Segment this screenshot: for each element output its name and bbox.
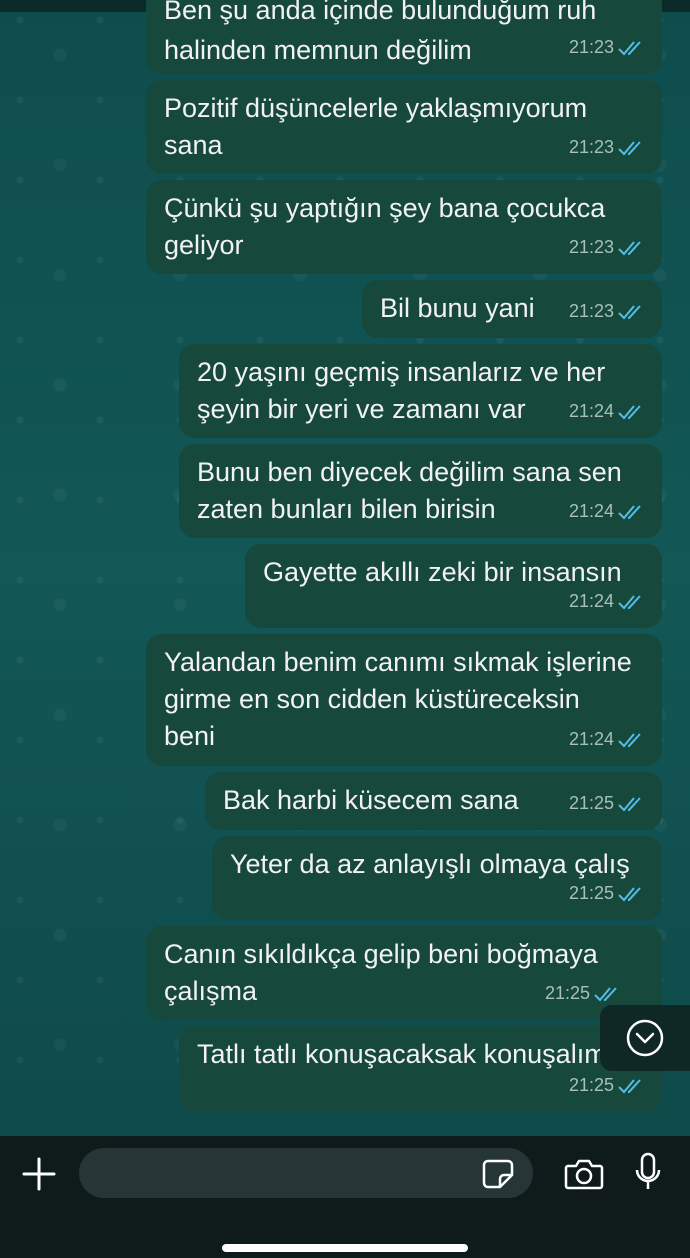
message-time: 21:23 — [568, 137, 614, 157]
message-bubble[interactable]: Yeter da az anlayışlı olmaya çalış 21:25 — [212, 836, 662, 920]
message-meta: 21:25 — [569, 1067, 646, 1104]
message-meta: 21:24 — [569, 493, 646, 530]
message-bubble[interactable]: 20 yaşını geçmiş insanlarız ve her şeyin… — [179, 344, 662, 438]
message-meta: 21:23 — [569, 29, 646, 66]
message-time: 21:24 — [568, 591, 614, 611]
sticker-icon[interactable] — [482, 1159, 514, 1189]
double-check-icon — [618, 304, 641, 319]
message-time: 21:24 — [568, 401, 614, 421]
camera-icon[interactable] — [564, 1158, 604, 1190]
double-check-icon — [618, 886, 641, 901]
message-meta: 21:25 — [569, 785, 646, 822]
double-check-icon — [618, 796, 641, 811]
message-bubble[interactable]: Gayette akıllı zeki bir insansın 21:24 — [245, 544, 662, 628]
plus-icon[interactable] — [22, 1157, 56, 1191]
message-time: 21:25 — [568, 883, 614, 903]
mic-icon[interactable] — [634, 1152, 662, 1192]
message-time: 21:25 — [568, 1075, 614, 1095]
message-meta: 21:23 — [569, 129, 646, 166]
message-meta: 21:23 — [569, 293, 646, 330]
message-time: 21:23 — [568, 301, 614, 321]
chevron-down-icon — [626, 1019, 664, 1057]
double-check-icon — [594, 986, 617, 1001]
double-check-icon — [618, 1078, 641, 1093]
message-meta: 21:23 — [569, 229, 646, 266]
double-check-icon — [618, 504, 641, 519]
message-meta: 21:24 — [569, 393, 646, 430]
message-bubble[interactable]: Canın sıkıldıkça gelip beni boğmaya çalı… — [146, 926, 662, 1020]
message-bubble[interactable]: Bak harbi küsecem sana 21:25 — [205, 772, 662, 830]
message-bubble[interactable]: Pozitif düşüncelerle yaklaşmıyorum sana … — [146, 80, 662, 174]
message-meta: 21:24 — [569, 721, 646, 758]
double-check-icon — [618, 594, 641, 609]
message-bubble[interactable]: Yalandan benim canımı sıkmak işlerine gi… — [146, 634, 662, 766]
message-time: 21:23 — [568, 237, 614, 257]
double-check-icon — [618, 732, 641, 747]
message-time: 21:24 — [568, 501, 614, 521]
message-time: 21:24 — [568, 729, 614, 749]
double-check-icon — [618, 140, 641, 155]
message-bubble[interactable]: Bil bunu yani 21:23 — [362, 280, 662, 338]
home-indicator — [222, 1244, 468, 1252]
message-time: 21:25 — [544, 983, 590, 1003]
scroll-to-bottom-button[interactable] — [600, 1005, 690, 1071]
message-meta: 21:24 — [569, 583, 646, 620]
double-check-icon — [618, 40, 641, 55]
message-time: 21:25 — [568, 793, 614, 813]
double-check-icon — [618, 240, 641, 255]
message-bubble[interactable]: Çünkü şu yaptığın şey bana çocukca geliy… — [146, 180, 662, 274]
chat-background: Ben şu anda içinde bulunduğum ruh halind… — [0, 0, 690, 1136]
message-meta: 21:25 — [569, 875, 646, 912]
double-check-icon — [618, 404, 641, 419]
message-time: 21:23 — [568, 37, 614, 57]
message-input[interactable] — [79, 1148, 533, 1198]
message-bubble[interactable]: Bunu ben diyecek değilim sana sen zaten … — [179, 444, 662, 538]
message-bubble[interactable]: Tatlı tatlı konuşacaksak konuşalım 21:25 — [179, 1026, 662, 1112]
message-bubble[interactable]: Ben şu anda içinde bulunduğum ruh halind… — [146, 0, 662, 74]
